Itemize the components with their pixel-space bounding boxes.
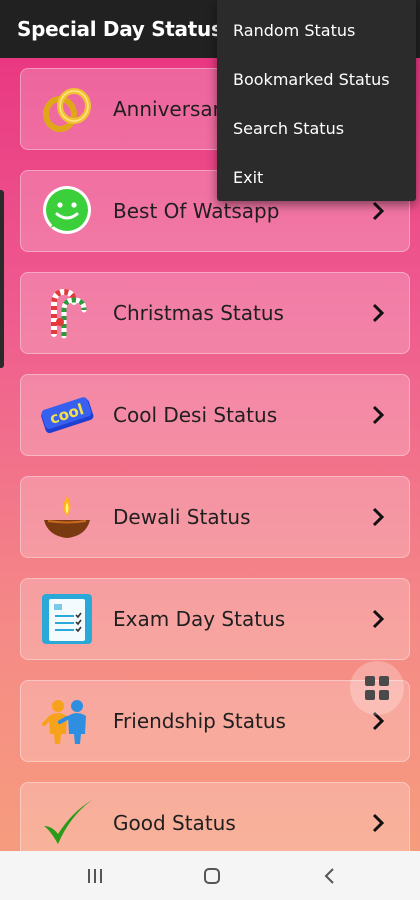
list-item-label: Exam Day Status [113, 607, 286, 631]
overflow-menu: Random Status Bookmarked Status Search S… [217, 0, 416, 201]
menu-item-random-status[interactable]: Random Status [217, 6, 416, 55]
grid-icon [365, 676, 389, 700]
friends-icon [40, 694, 94, 748]
menu-item-search-status[interactable]: Search Status [217, 104, 416, 153]
system-navigation-bar [0, 851, 420, 900]
home-icon[interactable] [201, 865, 223, 887]
diya-lamp-icon [40, 490, 94, 544]
checkmark-icon [40, 796, 94, 850]
candy-cane-icon [40, 286, 94, 340]
back-icon[interactable] [319, 865, 341, 887]
edge-panel-handle[interactable] [0, 190, 4, 368]
smiley-chat-icon [40, 184, 94, 238]
menu-item-exit[interactable]: Exit [217, 153, 416, 202]
chevron-right-icon [372, 813, 385, 833]
list-item-dewali[interactable]: Dewali Status [20, 476, 410, 558]
list-item-christmas[interactable]: Christmas Status [20, 272, 410, 354]
menu-item-bookmarked-status[interactable]: Bookmarked Status [217, 55, 416, 104]
cool-text-icon: cool [40, 388, 94, 442]
chevron-right-icon [372, 303, 385, 323]
recent-apps-icon[interactable] [84, 865, 106, 887]
chevron-right-icon [372, 507, 385, 527]
list-item-label: Cool Desi Status [113, 403, 278, 427]
grid-menu-button[interactable] [350, 661, 404, 715]
wedding-rings-icon [40, 82, 94, 136]
list-item-label: Friendship Status [113, 709, 286, 733]
app-title: Special Day Status [17, 17, 223, 41]
list-item-label: Best Of Watsapp [113, 199, 280, 223]
list-item-label: Christmas Status [113, 301, 284, 325]
list-item-exam-day[interactable]: Exam Day Status [20, 578, 410, 660]
list-item-label: Dewali Status [113, 505, 251, 529]
chevron-right-icon [372, 405, 385, 425]
chevron-right-icon [372, 609, 385, 629]
list-item-label: Good Status [113, 811, 236, 835]
checklist-icon [40, 592, 94, 646]
list-item-cool-desi[interactable]: cool Cool Desi Status [20, 374, 410, 456]
chevron-right-icon [372, 201, 385, 221]
